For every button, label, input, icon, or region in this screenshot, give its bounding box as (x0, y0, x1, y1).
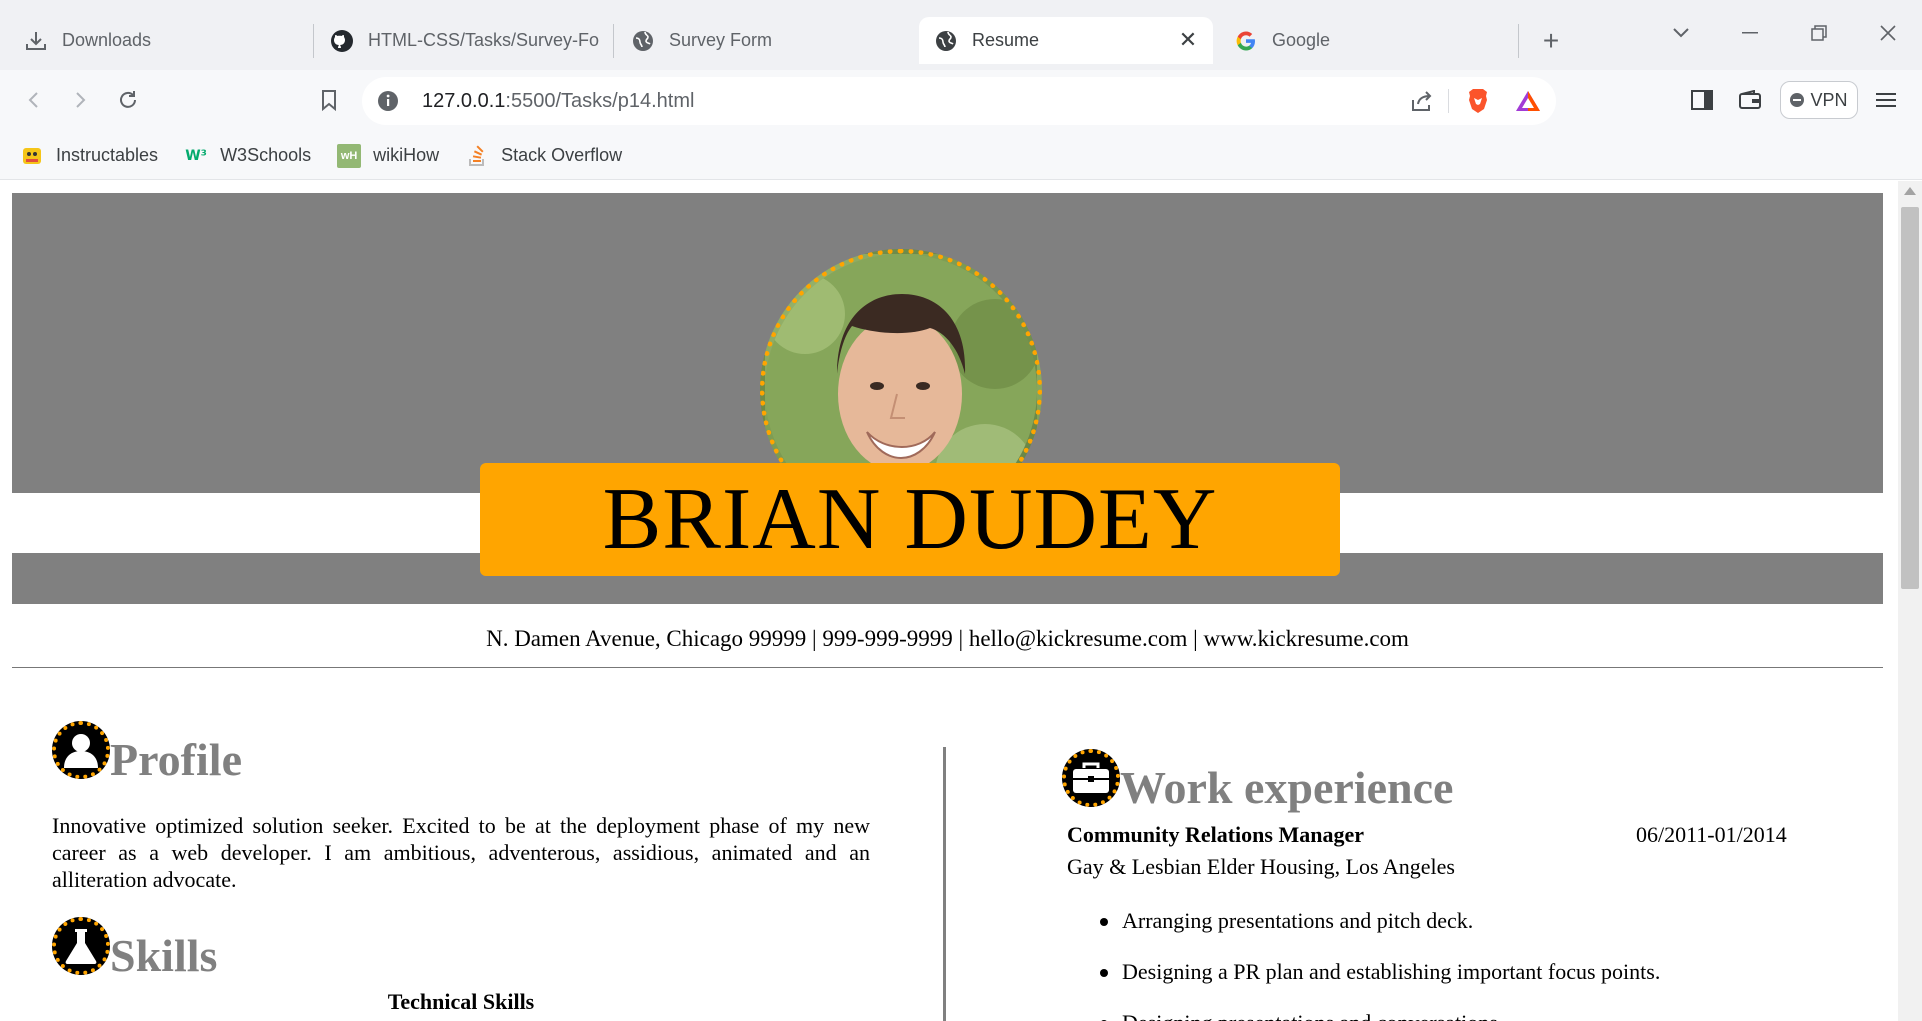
bookmark-wikihow[interactable]: wH wikiHow (337, 143, 440, 168)
vpn-button[interactable]: VPN (1780, 81, 1858, 119)
job-duties-list: Arranging presentations and pitch deck. … (1100, 908, 1820, 1021)
google-icon (1234, 29, 1258, 53)
share-icon[interactable] (1408, 87, 1436, 115)
tab-separator (613, 24, 614, 58)
toolbar: 127.0.0.1:5500/Tasks/p14.html VPN (0, 70, 1922, 132)
url-text[interactable]: 127.0.0.1:5500/Tasks/p14.html (422, 90, 694, 113)
instructables-icon (20, 144, 44, 168)
tab-label: HTML-CSS/Tasks/Survey-Form (368, 30, 600, 50)
close-icon (1879, 25, 1896, 41)
info-icon[interactable] (376, 89, 400, 113)
bookmark-instructables[interactable]: Instructables (20, 144, 158, 168)
restore-icon (1810, 25, 1827, 41)
url-path: :5500/Tasks/p14.html (505, 90, 695, 112)
forward-button[interactable] (62, 82, 98, 118)
sidebar-icon (1691, 90, 1713, 110)
bookmark-label: W3Schools (220, 145, 312, 165)
column-divider (943, 747, 946, 1021)
page-scrollbar[interactable] (1898, 181, 1922, 1021)
tab-label: Downloads (62, 30, 152, 50)
url-host: 127.0.0.1 (422, 90, 506, 112)
profile-icon (52, 721, 110, 779)
wikihow-icon: wH (337, 143, 362, 168)
tab-strip: Downloads HTML-CSS/Tasks/Survey-Form Sur… (0, 0, 1922, 70)
tab-label: Survey Form (669, 30, 773, 50)
job-title: Community Relations Manager (1067, 822, 1364, 847)
globe-icon (631, 29, 655, 53)
download-icon (24, 29, 48, 53)
github-icon (330, 29, 354, 53)
arrow-left-icon (28, 92, 38, 108)
window-controls (1646, 18, 1922, 48)
minimize-button[interactable] (1715, 18, 1784, 48)
close-window-button[interactable] (1853, 18, 1922, 48)
profile-text: Innovative optimized solution seeker. Ex… (52, 813, 870, 892)
list-item: Designing presentations and conversation… (1100, 1010, 1820, 1021)
scrollbar-thumb[interactable] (1901, 207, 1919, 589)
restore-button[interactable] (1784, 18, 1853, 48)
minimize-icon (1741, 32, 1758, 34)
vpn-label: VPN (1810, 89, 1848, 110)
reload-button[interactable] (110, 82, 146, 118)
bookmark-w3schools[interactable]: W³ W3Schools (184, 144, 311, 168)
tab-label: Google (1272, 30, 1331, 50)
list-item: Designing a PR plan and establishing imp… (1100, 959, 1820, 1010)
tab-google[interactable]: Google (1234, 17, 1504, 64)
scroll-up-arrow-icon[interactable] (1904, 187, 1916, 195)
bookmark-button[interactable] (311, 82, 347, 118)
technical-skills-heading: Technical Skills (387, 989, 535, 1014)
plus-icon: + (1542, 24, 1560, 56)
omnibox-divider (1448, 89, 1449, 113)
address-bar[interactable]: 127.0.0.1:5500/Tasks/p14.html (362, 77, 1556, 125)
briefcase-icon (1062, 749, 1120, 807)
back-button[interactable] (16, 82, 52, 118)
job-dates: 06/2011-01/2014 (1636, 822, 1787, 847)
wallet-icon (1739, 90, 1761, 109)
bookmark-icon (322, 90, 336, 111)
wallet-button[interactable] (1732, 82, 1768, 118)
tab-label: Resume (972, 30, 1040, 50)
header-divider (12, 667, 1883, 668)
profile-heading: Profile (110, 734, 242, 785)
reload-icon (120, 91, 136, 108)
bookmark-label: wikiHow (373, 145, 440, 165)
tab-github[interactable]: HTML-CSS/Tasks/Survey-Form (330, 17, 600, 64)
arrow-right-icon (76, 92, 86, 108)
w3schools-icon: W³ (185, 147, 207, 164)
stackoverflow-icon (465, 144, 489, 168)
name-banner: BRIAN DUDEY (480, 463, 1340, 576)
vpn-status-icon (1790, 93, 1805, 107)
candidate-name: BRIAN DUDEY (602, 471, 1218, 568)
chevron-down-icon (1672, 28, 1689, 38)
list-item: Arranging presentations and pitch deck. (1100, 908, 1820, 959)
globe-icon (934, 29, 958, 53)
tab-search-button[interactable] (1646, 18, 1715, 48)
sidebar-toggle-button[interactable] (1684, 82, 1720, 118)
bookmarks-bar: Instructables W³ W3Schools wH wikiHow St… (0, 132, 1922, 180)
bookmark-stackoverflow[interactable]: Stack Overflow (465, 144, 622, 168)
work-experience-heading: Work experience (1120, 762, 1454, 813)
tab-separator (313, 24, 314, 58)
bookmark-label: Instructables (56, 145, 159, 165)
tab-downloads[interactable]: Downloads (24, 17, 314, 64)
brave-shields-icon[interactable] (1464, 87, 1492, 115)
close-tab-icon[interactable]: ✕ (1175, 27, 1201, 53)
page-viewport: BRIAN DUDEY N. Damen Avenue, Chicago 999… (0, 181, 1898, 1021)
hamburger-menu-icon (1876, 93, 1896, 107)
new-tab-button[interactable]: + (1536, 17, 1566, 64)
tab-survey-form[interactable]: Survey Form (631, 17, 911, 64)
bookmark-label: Stack Overflow (501, 145, 623, 165)
skills-heading: Skills (110, 930, 218, 981)
contact-line: N. Damen Avenue, Chicago 99999 | 999-999… (486, 626, 1409, 651)
job-organization: Gay & Lesbian Elder Housing, Los Angeles (1067, 854, 1455, 879)
tab-separator (1518, 24, 1519, 58)
menu-button[interactable] (1868, 82, 1904, 118)
flask-icon (52, 917, 110, 975)
brave-rewards-icon[interactable] (1514, 87, 1542, 115)
tab-resume[interactable]: Resume ✕ (919, 17, 1213, 64)
